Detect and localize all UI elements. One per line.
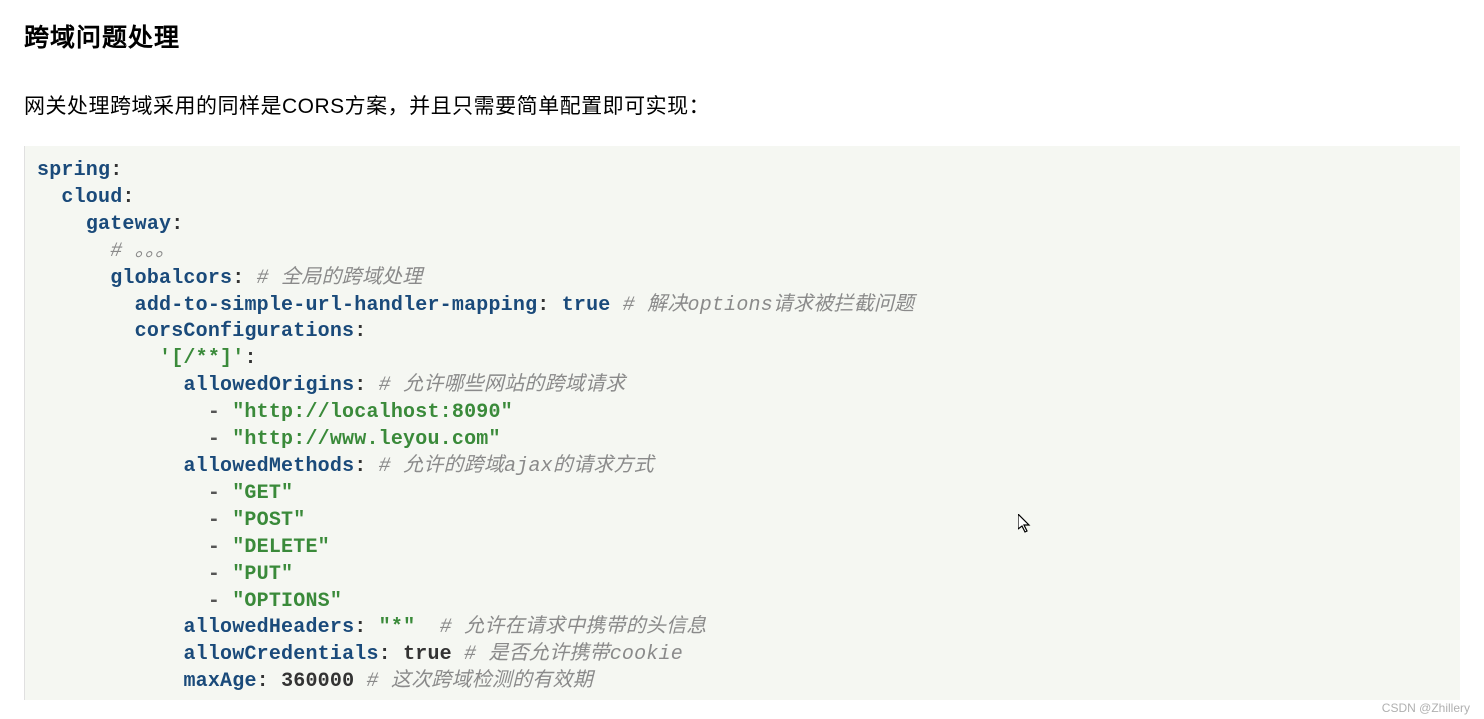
key-maxage: maxAge: [183, 670, 256, 693]
value-star: "*": [379, 616, 416, 639]
key-gateway: gateway: [86, 213, 171, 236]
key-globalcors: globalcors: [110, 267, 232, 290]
value-path: '[/**]': [159, 347, 244, 370]
comment-allowedheaders: # 允许在请求中携带的头信息: [440, 616, 707, 639]
value-method-options: "OPTIONS": [232, 590, 342, 613]
comment-globalcors: # 全局的跨域处理: [257, 267, 423, 290]
value-method-put: "PUT": [232, 563, 293, 586]
value-method-delete: "DELETE": [232, 536, 330, 559]
page-title: 跨域问题处理: [24, 18, 1460, 54]
comment-ellipsis: # 。。。: [110, 240, 175, 263]
value-method-post: "POST": [232, 509, 305, 532]
watermark-text: CSDN @Zhillery: [1382, 701, 1470, 715]
comment-allowedmethods: # 允许的跨域ajax的请求方式: [379, 455, 654, 478]
value-maxage: 360000: [281, 670, 354, 693]
key-allowedorigins: allowedOrigins: [183, 374, 354, 397]
key-allowcredentials: allowCredentials: [183, 643, 378, 666]
key-spring: spring: [37, 159, 110, 182]
comment-allowcredentials: # 是否允许携带cookie: [464, 643, 683, 666]
comment-addto: # 解决options请求被拦截问题: [623, 294, 915, 317]
description-text: 网关处理跨域采用的同样是CORS方案，并且只需要简单配置即可实现：: [24, 90, 1460, 120]
key-cloud: cloud: [61, 186, 122, 209]
comment-maxage: # 这次跨域检测的有效期: [366, 670, 592, 693]
value-true-2: true: [403, 643, 452, 666]
comment-allowedorigins: # 允许哪些网站的跨域请求: [379, 374, 626, 397]
key-allowedmethods: allowedMethods: [183, 455, 354, 478]
value-origin-1: "http://localhost:8090": [232, 401, 513, 424]
value-origin-2: "http://www.leyou.com": [232, 428, 500, 451]
value-method-get: "GET": [232, 482, 293, 505]
value-true-1: true: [562, 294, 611, 317]
yaml-code-block: spring: cloud: gateway: # 。。。 globalcors…: [24, 146, 1460, 700]
key-allowedheaders: allowedHeaders: [183, 616, 354, 639]
key-corscfg: corsConfigurations: [135, 320, 355, 343]
key-addto: add-to-simple-url-handler-mapping: [135, 294, 538, 317]
